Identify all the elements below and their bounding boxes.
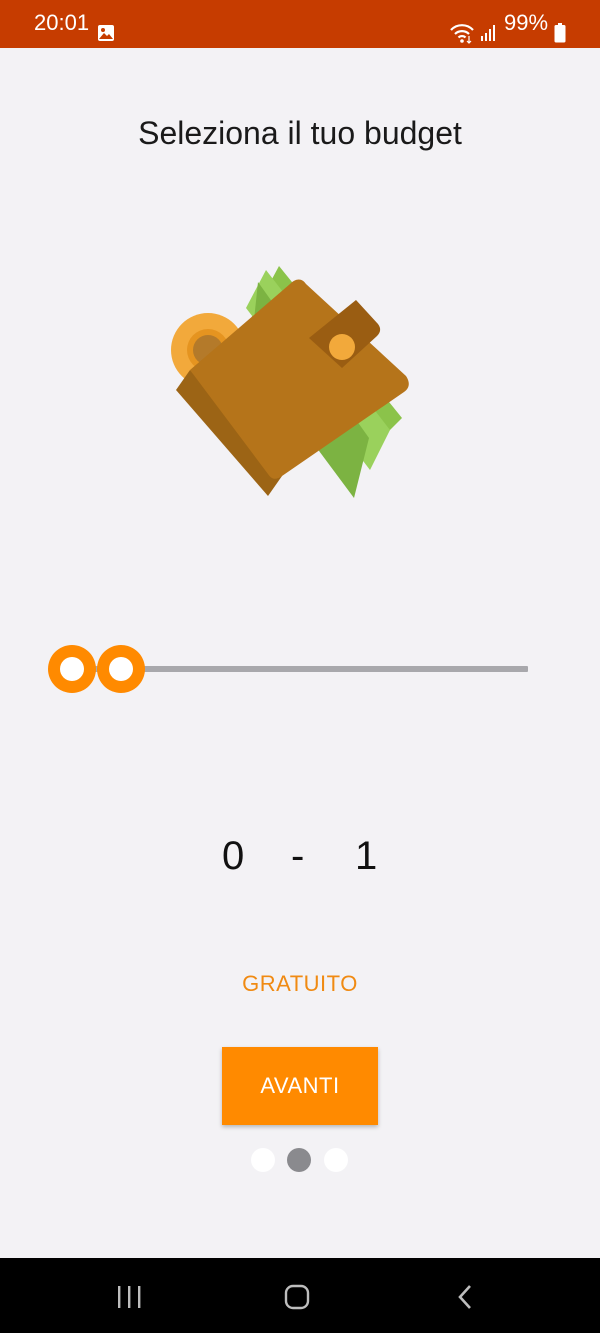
navigation-bar — [0, 1258, 600, 1333]
recents-icon[interactable] — [114, 1284, 144, 1310]
page-dot-2-active — [287, 1148, 311, 1172]
slider-min-handle[interactable] — [48, 645, 96, 693]
page-indicator — [250, 1147, 350, 1173]
status-time: 20:01 — [34, 10, 90, 35]
budget-range-display: 0 - 1 — [0, 832, 600, 882]
back-icon[interactable] — [454, 1284, 476, 1310]
page-title: Seleziona il tuo budget — [138, 115, 462, 151]
wifi-icon — [450, 24, 474, 44]
gallery-notification-icon — [98, 25, 114, 41]
range-max-value: 1 — [355, 834, 378, 878]
home-icon[interactable] — [283, 1284, 311, 1310]
next-button[interactable]: AVANTI — [222, 1047, 378, 1125]
wallet-icon — [171, 266, 409, 498]
page-dot-3 — [324, 1148, 348, 1172]
status-bar: 20:01 99% — [0, 0, 600, 48]
battery-icon — [554, 23, 566, 43]
slider-max-handle[interactable] — [97, 645, 145, 693]
budget-range-slider[interactable] — [44, 642, 534, 696]
battery-percentage: 99% — [504, 10, 549, 35]
budget-category-label: GRATUITO — [242, 971, 358, 996]
signal-icon — [481, 25, 495, 41]
range-min-value: 0 — [222, 834, 245, 878]
range-separator: - — [291, 834, 305, 878]
page-dot-1 — [251, 1148, 275, 1172]
